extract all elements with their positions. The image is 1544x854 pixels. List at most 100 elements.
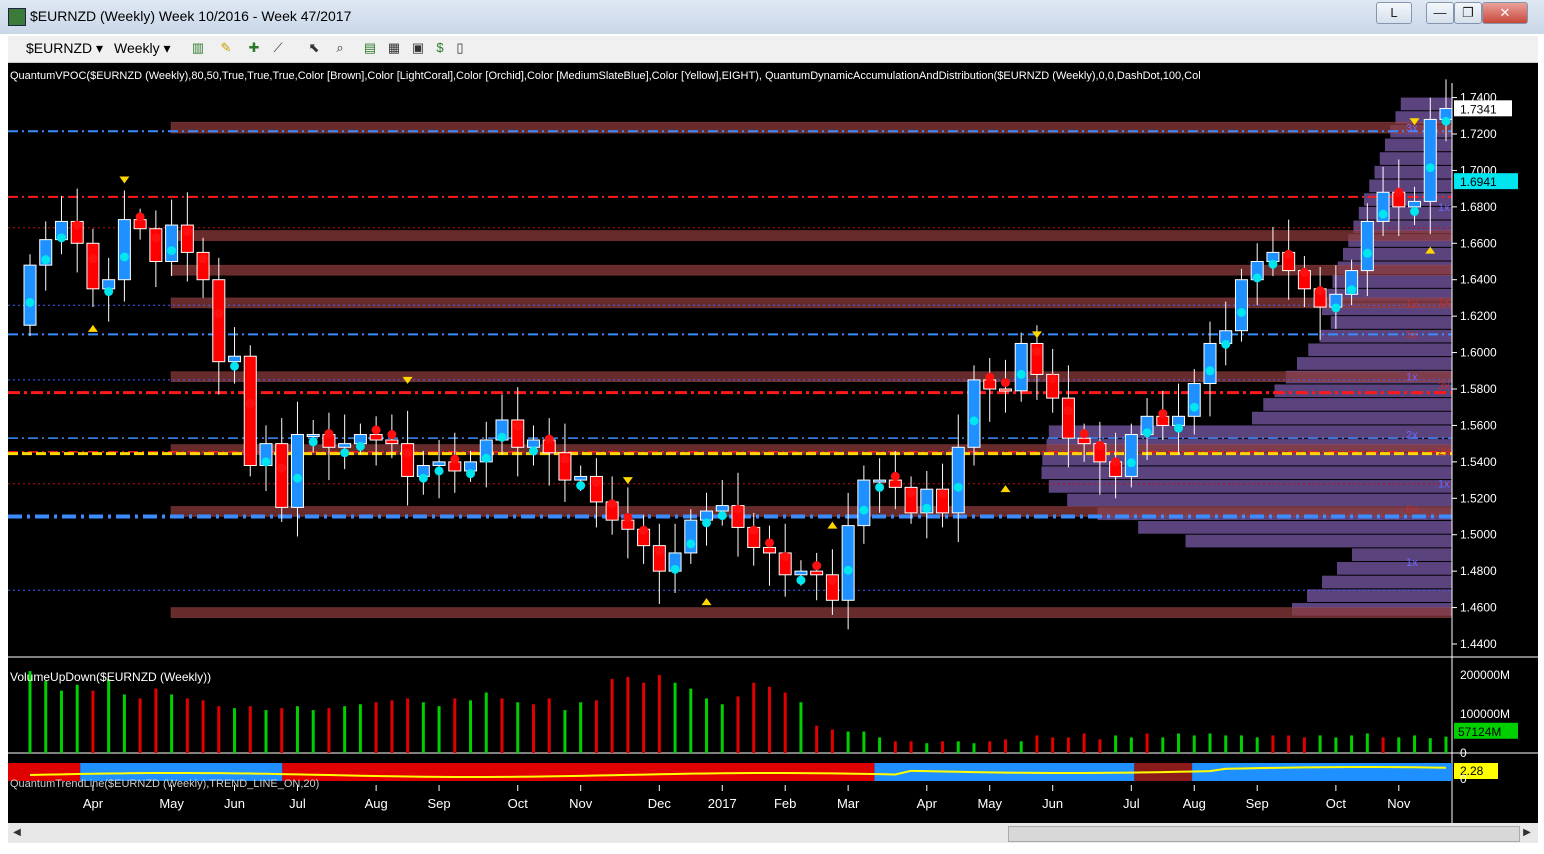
symbol-label: $EURNZD bbox=[26, 40, 93, 56]
signal-dot bbox=[1000, 378, 1010, 388]
vp-bar bbox=[1252, 411, 1452, 425]
dollar-icon[interactable]: $ bbox=[432, 40, 448, 56]
add-indicator-icon[interactable]: ✚ bbox=[246, 40, 262, 56]
signal-dot bbox=[1205, 366, 1215, 376]
vp-bar bbox=[1343, 247, 1452, 261]
candle-down bbox=[369, 434, 383, 441]
scroll-right-icon[interactable]: ▶ bbox=[1520, 826, 1534, 840]
price-tick-label: 1.4800 bbox=[1460, 564, 1497, 578]
time-tick-label: Jul bbox=[289, 796, 306, 811]
chart-svg[interactable]: 3x1x1x3x1x3x2x2x1x6x1x1x 1.74001.72001.7… bbox=[8, 63, 1538, 823]
signal-dot bbox=[466, 469, 476, 479]
time-tick-label: Sep bbox=[1246, 796, 1269, 811]
candle-down bbox=[212, 279, 226, 363]
pencil-icon[interactable]: ✎ bbox=[218, 40, 234, 56]
signal-dot bbox=[151, 233, 161, 243]
app-icon bbox=[8, 8, 26, 26]
time-tick-label: Oct bbox=[1326, 796, 1347, 811]
horizontal-scrollbar[interactable]: ◀ ▶ bbox=[8, 823, 1538, 843]
candle-up bbox=[967, 379, 981, 448]
chart-area[interactable]: 3x 1x 1x 3x 1x 3x 2x 2x 1x 6x 1x 1x 1.7400 1.7200 1.7… bbox=[8, 63, 1538, 823]
signal-dot bbox=[670, 564, 680, 574]
signal-dot bbox=[1441, 116, 1451, 126]
template-icon[interactable]: ▯ bbox=[452, 40, 468, 56]
signal-dot bbox=[1142, 428, 1152, 438]
signal-dot bbox=[1016, 369, 1026, 379]
pivot-up-arrow bbox=[87, 324, 98, 332]
candle-up bbox=[338, 443, 352, 448]
trend-band bbox=[1220, 763, 1452, 781]
price-zone bbox=[170, 297, 1452, 309]
layout-l-button[interactable]: L bbox=[1376, 2, 1412, 24]
signal-dot bbox=[607, 499, 617, 509]
signal-dot bbox=[1158, 409, 1168, 419]
signal-dot bbox=[639, 525, 649, 535]
signal-dot bbox=[513, 421, 523, 431]
symbol-selector[interactable]: $EURNZD ▾ bbox=[26, 40, 103, 57]
indicator-label: QuantumVPOC($EURNZD (Weekly),80,50,True,… bbox=[10, 70, 1201, 82]
vp-bar bbox=[1048, 480, 1452, 493]
price-tick-label: 1.6800 bbox=[1460, 200, 1497, 214]
vp-bar bbox=[1185, 534, 1452, 548]
time-tick-label: Feb bbox=[774, 796, 796, 811]
volume-current-label: 57124M bbox=[1458, 725, 1501, 739]
close-button[interactable]: ✕ bbox=[1482, 2, 1528, 24]
vp-bar bbox=[1048, 425, 1452, 439]
scroll-thumb[interactable] bbox=[1008, 826, 1520, 842]
volume-pane: 200000M 100000M 0 57124M bbox=[28, 668, 1518, 760]
signal-dot bbox=[953, 482, 963, 492]
interval-selector[interactable]: Weekly ▾ bbox=[114, 40, 171, 57]
signal-dot bbox=[764, 538, 774, 548]
candle-up bbox=[873, 479, 887, 483]
price-tick-label: 1.5600 bbox=[1460, 418, 1497, 432]
candle-up bbox=[165, 224, 179, 262]
pivot-up-arrow bbox=[827, 521, 838, 529]
pivot-up-arrow bbox=[1000, 485, 1011, 493]
candle-up bbox=[526, 439, 540, 448]
signal-dot bbox=[88, 254, 98, 264]
trend-zero-label: 0 bbox=[1460, 772, 1467, 786]
vp-multiplier-label: 1x bbox=[1406, 557, 1418, 569]
signal-dot bbox=[1221, 339, 1231, 349]
signal-dot bbox=[1362, 248, 1372, 258]
vp-multiplier-label: 1x bbox=[1406, 371, 1418, 383]
zoom-icon[interactable]: ⌕ bbox=[332, 40, 348, 56]
candlestick-icon[interactable]: ▥ bbox=[190, 40, 206, 56]
signal-dot bbox=[41, 255, 51, 265]
time-tick-label: Oct bbox=[508, 796, 529, 811]
price-tick-label: 1.5200 bbox=[1460, 491, 1497, 505]
cursor-icon[interactable]: ⬉ bbox=[306, 40, 322, 56]
vp-multiplier-label: 6x bbox=[1406, 504, 1418, 516]
scroll-left-icon[interactable]: ◀ bbox=[10, 826, 24, 840]
time-tick-label: 2017 bbox=[708, 796, 737, 811]
chart-properties-icon[interactable]: ▦ bbox=[386, 40, 402, 56]
vp-bar bbox=[1138, 521, 1452, 534]
time-tick-label: Apr bbox=[917, 796, 938, 811]
signal-dot bbox=[1236, 308, 1246, 317]
signal-dot bbox=[1268, 259, 1278, 269]
bar-settings-icon[interactable]: ▤ bbox=[362, 40, 378, 56]
signal-dot bbox=[481, 453, 491, 463]
pivot-down-arrow bbox=[119, 176, 130, 184]
signal-dot bbox=[749, 525, 759, 535]
line-tool-icon[interactable]: ⟋ bbox=[270, 40, 286, 56]
image-icon[interactable]: ▣ bbox=[410, 40, 426, 56]
candle-down bbox=[810, 570, 824, 576]
signal-dot bbox=[1410, 206, 1420, 216]
candle-down bbox=[1077, 437, 1091, 445]
signal-dot bbox=[1284, 249, 1294, 259]
signal-dot bbox=[355, 441, 365, 451]
signal-dot bbox=[1331, 303, 1341, 313]
candle-down bbox=[385, 439, 399, 445]
vp-multiplier-label: 3x bbox=[1438, 380, 1450, 392]
marker-price-label: 1.6941 bbox=[1460, 175, 1497, 189]
candle-down bbox=[998, 388, 1012, 392]
maximize-button[interactable]: ❐ bbox=[1454, 2, 1482, 24]
vp-multiplier-label: 1x bbox=[1438, 202, 1450, 214]
volume-profile bbox=[1041, 97, 1452, 616]
signal-dot bbox=[119, 252, 129, 262]
signal-dot bbox=[623, 512, 633, 522]
signal-dot bbox=[1126, 458, 1136, 468]
signal-dot bbox=[198, 254, 208, 264]
minimize-button[interactable]: — bbox=[1426, 2, 1454, 24]
